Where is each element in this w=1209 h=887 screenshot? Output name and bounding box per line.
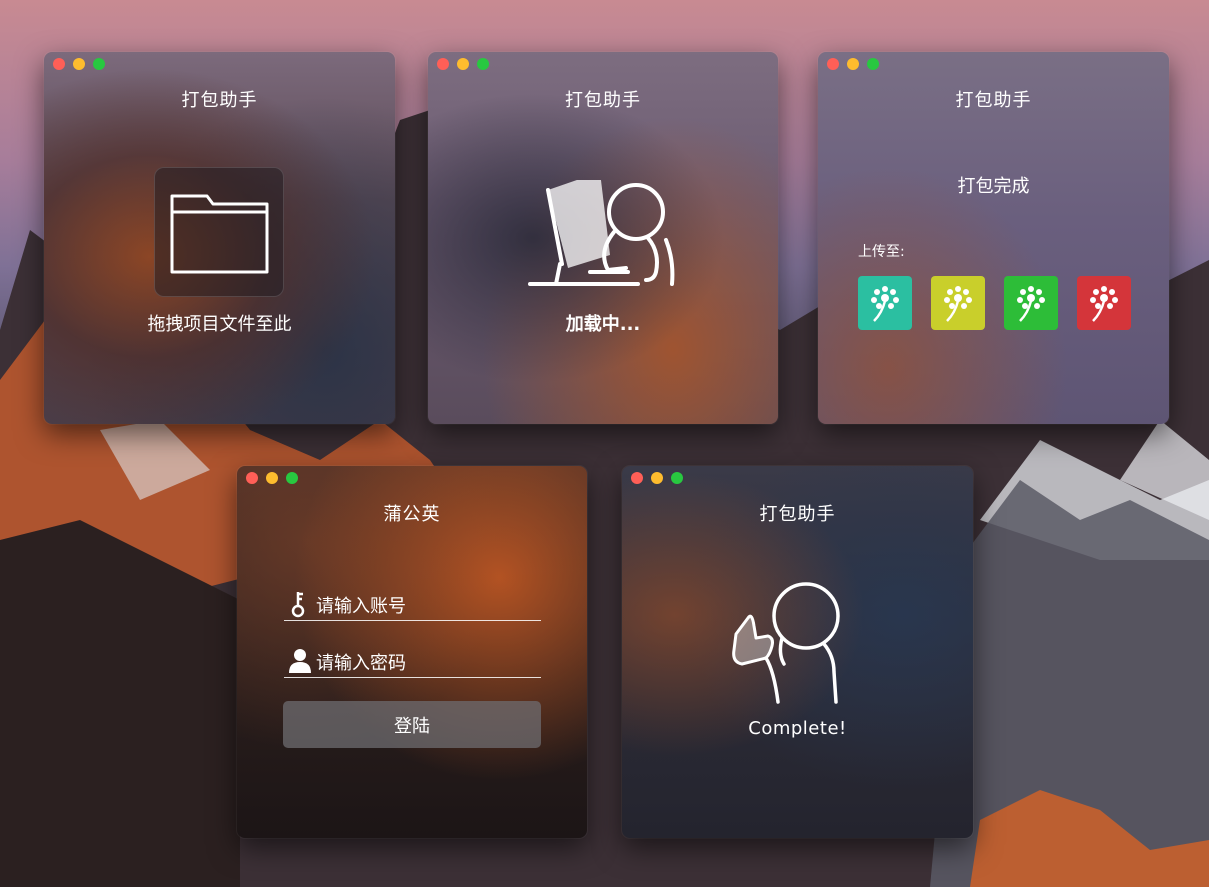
minimize-button[interactable] (266, 472, 278, 484)
traffic-lights (437, 58, 489, 70)
zoom-button[interactable] (477, 58, 489, 70)
traffic-lights (631, 472, 683, 484)
minimize-button[interactable] (847, 58, 859, 70)
minimize-button[interactable] (651, 472, 663, 484)
window-title: 蒲公英 (383, 504, 441, 525)
close-button[interactable] (437, 58, 449, 70)
loading-label: 加载中... (565, 314, 641, 335)
login-button[interactable]: 登陆 (283, 701, 541, 748)
packaging-done-label: 打包完成 (957, 176, 1030, 197)
zoom-button[interactable] (867, 58, 879, 70)
zoom-button[interactable] (671, 472, 683, 484)
zoom-button[interactable] (286, 472, 298, 484)
upload-target-button[interactable] (1004, 276, 1058, 330)
loading-window: 打包助手 加载中... (428, 52, 778, 424)
folder-icon (170, 194, 269, 274)
minimize-button[interactable] (73, 58, 85, 70)
login-window: 蒲公英 请输入账号 请输入密码 登陆 (237, 466, 587, 838)
traffic-lights (53, 58, 105, 70)
close-button[interactable] (246, 472, 258, 484)
window-title: 打包助手 (181, 90, 258, 111)
complete-window: 打包助手 Complete! (622, 466, 973, 838)
window-title: 打包助手 (955, 90, 1032, 111)
close-button[interactable] (631, 472, 643, 484)
password-field[interactable]: 请输入密码 (284, 643, 541, 678)
zoom-button[interactable] (93, 58, 105, 70)
key-icon (291, 592, 305, 618)
upload-target-button[interactable] (1077, 276, 1131, 330)
account-field[interactable]: 请输入账号 (284, 586, 541, 621)
complete-label: Complete! (748, 718, 847, 739)
traffic-lights (246, 472, 298, 484)
traffic-lights (827, 58, 879, 70)
close-button[interactable] (53, 58, 65, 70)
drop-label: 拖拽项目文件至此 (147, 314, 292, 335)
user-icon (289, 649, 311, 673)
close-button[interactable] (827, 58, 839, 70)
account-placeholder: 请输入账号 (316, 596, 406, 617)
upload-target-button[interactable] (858, 276, 912, 330)
drop-window: 打包助手 拖拽项目文件至此 (44, 52, 395, 424)
window-title: 打包助手 (565, 90, 641, 111)
done-window: 打包助手 打包完成 上传至: (818, 52, 1169, 424)
window-title: 打包助手 (759, 504, 836, 525)
person-at-computer-icon (528, 180, 675, 286)
upload-to-label: 上传至: (858, 244, 905, 260)
minimize-button[interactable] (457, 58, 469, 70)
dandelion-icon (1090, 286, 1118, 322)
dandelion-icon (1017, 286, 1045, 322)
dandelion-icon (944, 286, 972, 322)
upload-target-button[interactable] (931, 276, 985, 330)
dandelion-icon (871, 286, 899, 322)
password-placeholder: 请输入密码 (316, 653, 406, 674)
thumbs-up-person-icon (732, 582, 840, 704)
drop-zone[interactable] (154, 167, 284, 297)
